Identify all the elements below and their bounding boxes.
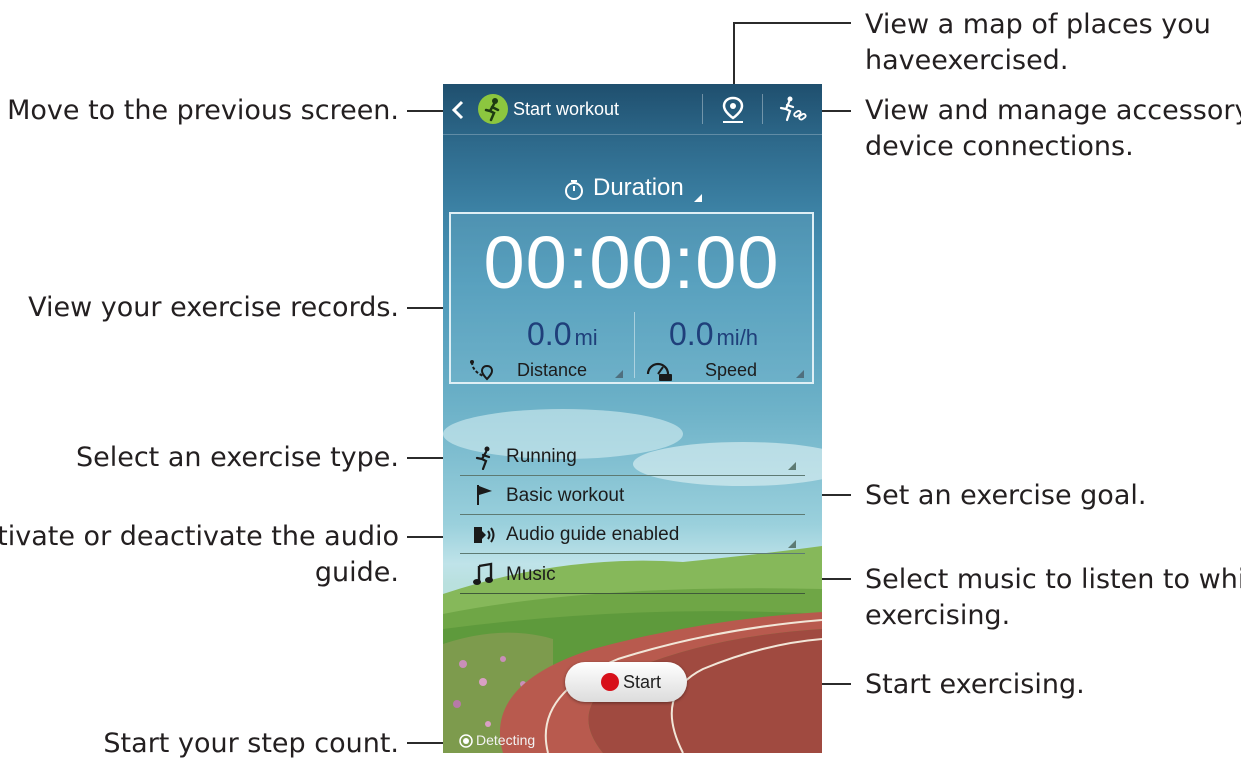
distance-value: 0.0 mi <box>527 316 598 352</box>
music-note-icon <box>473 562 493 585</box>
callout-music-line1: Select music to listen to while <box>865 564 1241 595</box>
action-divider-2 <box>762 94 763 124</box>
callout-start-exercising: Start exercising. <box>865 669 1085 700</box>
running-dropdown-icon <box>788 462 796 470</box>
callout-exercise-type: Select an exercise type. <box>75 442 399 473</box>
speed-value: 0.0 mi/h <box>669 316 759 352</box>
gauge-avg-icon <box>646 362 672 381</box>
list-label-audio-guide: Audio guide enabled <box>506 524 680 545</box>
list-item-music[interactable]: Music <box>460 556 805 594</box>
accessory-device-icon[interactable] <box>777 96 809 124</box>
exercise-records-panel[interactable]: 00:00:00 0.0 mi Distance 0.0 mi/h Speed <box>449 212 814 384</box>
list-item-running[interactable]: Running <box>460 438 805 476</box>
map-pin-icon[interactable] <box>721 96 745 124</box>
callout-exercise-records: View your exercise records. <box>28 292 399 323</box>
list-divider <box>460 514 805 515</box>
callout-exercise-goal: Set an exercise goal. <box>865 480 1147 511</box>
timer-display: 00:00:00 <box>483 221 780 304</box>
runner-icon <box>475 446 491 470</box>
callout-map-line1: View a map of places you <box>865 9 1211 40</box>
record-dot-icon <box>601 673 619 691</box>
list-divider <box>460 475 805 476</box>
list-divider <box>460 593 805 594</box>
start-button-label: Start <box>623 672 662 692</box>
action-bar: Start workout <box>443 84 822 135</box>
callout-accessory-line1: View and manage accessory <box>865 95 1241 126</box>
flag-icon <box>477 485 492 505</box>
stopwatch-icon <box>565 180 583 200</box>
duration-dropdown-icon <box>694 194 702 202</box>
action-divider-1 <box>702 94 703 124</box>
screen-title[interactable]: Start workout <box>513 99 619 120</box>
list-item-basic-workout[interactable]: Basic workout <box>460 477 805 515</box>
callout-map-line2: haveexercised. <box>865 45 1069 76</box>
distance-label: Distance <box>517 360 588 380</box>
running-logo-icon[interactable] <box>477 93 509 125</box>
callout-music-line2: exercising. <box>865 600 1011 631</box>
start-button[interactable]: Start <box>565 662 687 702</box>
callout-step-count: Start your step count. <box>103 728 399 759</box>
speed-label: Speed <box>705 360 758 380</box>
records-divider <box>634 312 635 378</box>
list-label-running: Running <box>506 446 577 467</box>
leader-line-map-v <box>733 22 735 92</box>
back-icon[interactable] <box>451 100 465 120</box>
list-item-audio-guide[interactable]: Audio guide enabled <box>460 516 805 554</box>
detecting-label: Detecting <box>476 732 536 748</box>
list-label-music: Music <box>506 564 556 585</box>
list-label-basic-workout: Basic workout <box>506 485 625 506</box>
step-detect-icon <box>459 734 473 748</box>
duration-label: Duration <box>593 174 684 201</box>
distance-dropdown-icon <box>615 370 623 378</box>
callout-previous-screen: Move to the previous screen. <box>7 95 399 126</box>
speaker-icon <box>474 527 495 543</box>
list-divider <box>460 553 805 554</box>
duration-selector[interactable]: Duration <box>443 172 822 208</box>
callout-audio-guide-line2: guide. <box>314 557 399 588</box>
callout-audio-guide-line1: Activate or deactivate the audio <box>0 521 399 552</box>
speed-dropdown-icon <box>796 370 804 378</box>
callout-accessory-line2: device connections. <box>865 131 1134 162</box>
route-pin-icon <box>470 360 494 381</box>
audio-guide-dropdown-icon <box>788 540 796 548</box>
leader-line-map-h <box>733 22 851 24</box>
phone-screen: Start workout Duration 00:00:00 0.0 mi Di… <box>443 84 822 753</box>
